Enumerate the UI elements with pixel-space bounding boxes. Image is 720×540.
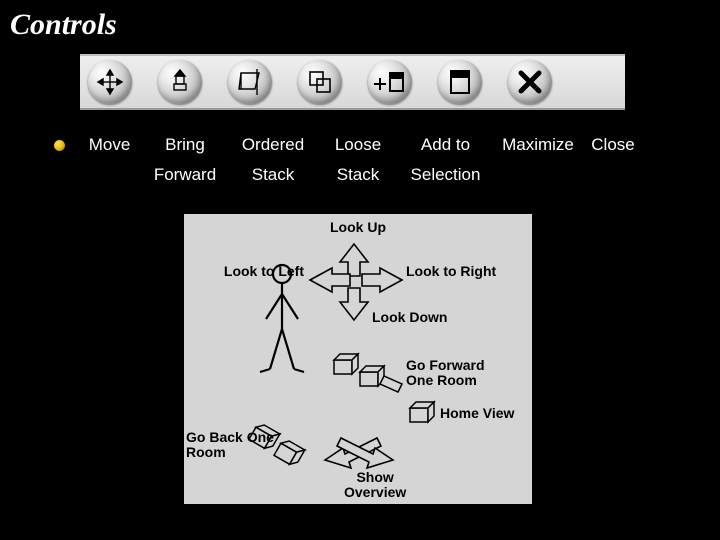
loose-stack-icon bbox=[305, 67, 335, 97]
toolbar-labels: Move Bring Ordered Loose Add to Maximize… bbox=[54, 130, 664, 190]
move-arrows-icon bbox=[95, 67, 125, 97]
add-selection-icon bbox=[373, 67, 407, 97]
bullet-icon bbox=[54, 140, 65, 151]
move-button[interactable] bbox=[88, 60, 132, 104]
maximize-icon bbox=[447, 68, 473, 96]
label-loose-line2: Stack bbox=[318, 165, 398, 185]
label-close-line1: Close bbox=[583, 135, 643, 155]
label-bring-line1: Bring bbox=[142, 135, 228, 155]
ordered-stack-icon bbox=[235, 67, 265, 97]
diagram-label-look-down: Look Down bbox=[372, 310, 447, 325]
label-move-line1: Move bbox=[77, 135, 142, 155]
ordered-stack-button[interactable] bbox=[228, 60, 272, 104]
maximize-button[interactable] bbox=[438, 60, 482, 104]
diagram-label-show-overview: Show Overview bbox=[344, 470, 406, 501]
label-addto-line1: Add to bbox=[398, 135, 493, 155]
label-ordered-line1: Ordered bbox=[228, 135, 318, 155]
navigation-diagram: Look Up Look to Left Look to Right Look … bbox=[184, 214, 532, 504]
diagram-label-look-up: Look Up bbox=[330, 220, 386, 235]
loose-stack-button[interactable] bbox=[298, 60, 342, 104]
label-maximize-line1: Maximize bbox=[493, 135, 583, 155]
label-ordered-line2: Stack bbox=[228, 165, 318, 185]
diagram-label-look-left: Look to Left bbox=[194, 264, 304, 279]
label-addto-line2: Selection bbox=[398, 165, 493, 185]
close-x-icon bbox=[516, 68, 544, 96]
diagram-label-home-view: Home View bbox=[440, 406, 514, 421]
diagram-label-look-right: Look to Right bbox=[406, 264, 496, 279]
page-title: Controls bbox=[10, 8, 117, 42]
bring-forward-icon bbox=[166, 67, 194, 97]
toolbar-labels-row2: Forward Stack Stack Selection bbox=[54, 160, 664, 190]
label-loose-line1: Loose bbox=[318, 135, 398, 155]
diagram-label-go-back: Go Back One Room bbox=[186, 430, 274, 461]
label-bring-line2: Forward bbox=[142, 165, 228, 185]
close-button[interactable] bbox=[508, 60, 552, 104]
controls-toolbar bbox=[80, 54, 625, 110]
add-to-selection-button[interactable] bbox=[368, 60, 412, 104]
slide: Controls bbox=[0, 0, 720, 540]
bring-forward-button[interactable] bbox=[158, 60, 202, 104]
toolbar-labels-row1: Move Bring Ordered Loose Add to Maximize… bbox=[54, 130, 664, 160]
diagram-label-go-forward: Go Forward One Room bbox=[406, 358, 485, 389]
